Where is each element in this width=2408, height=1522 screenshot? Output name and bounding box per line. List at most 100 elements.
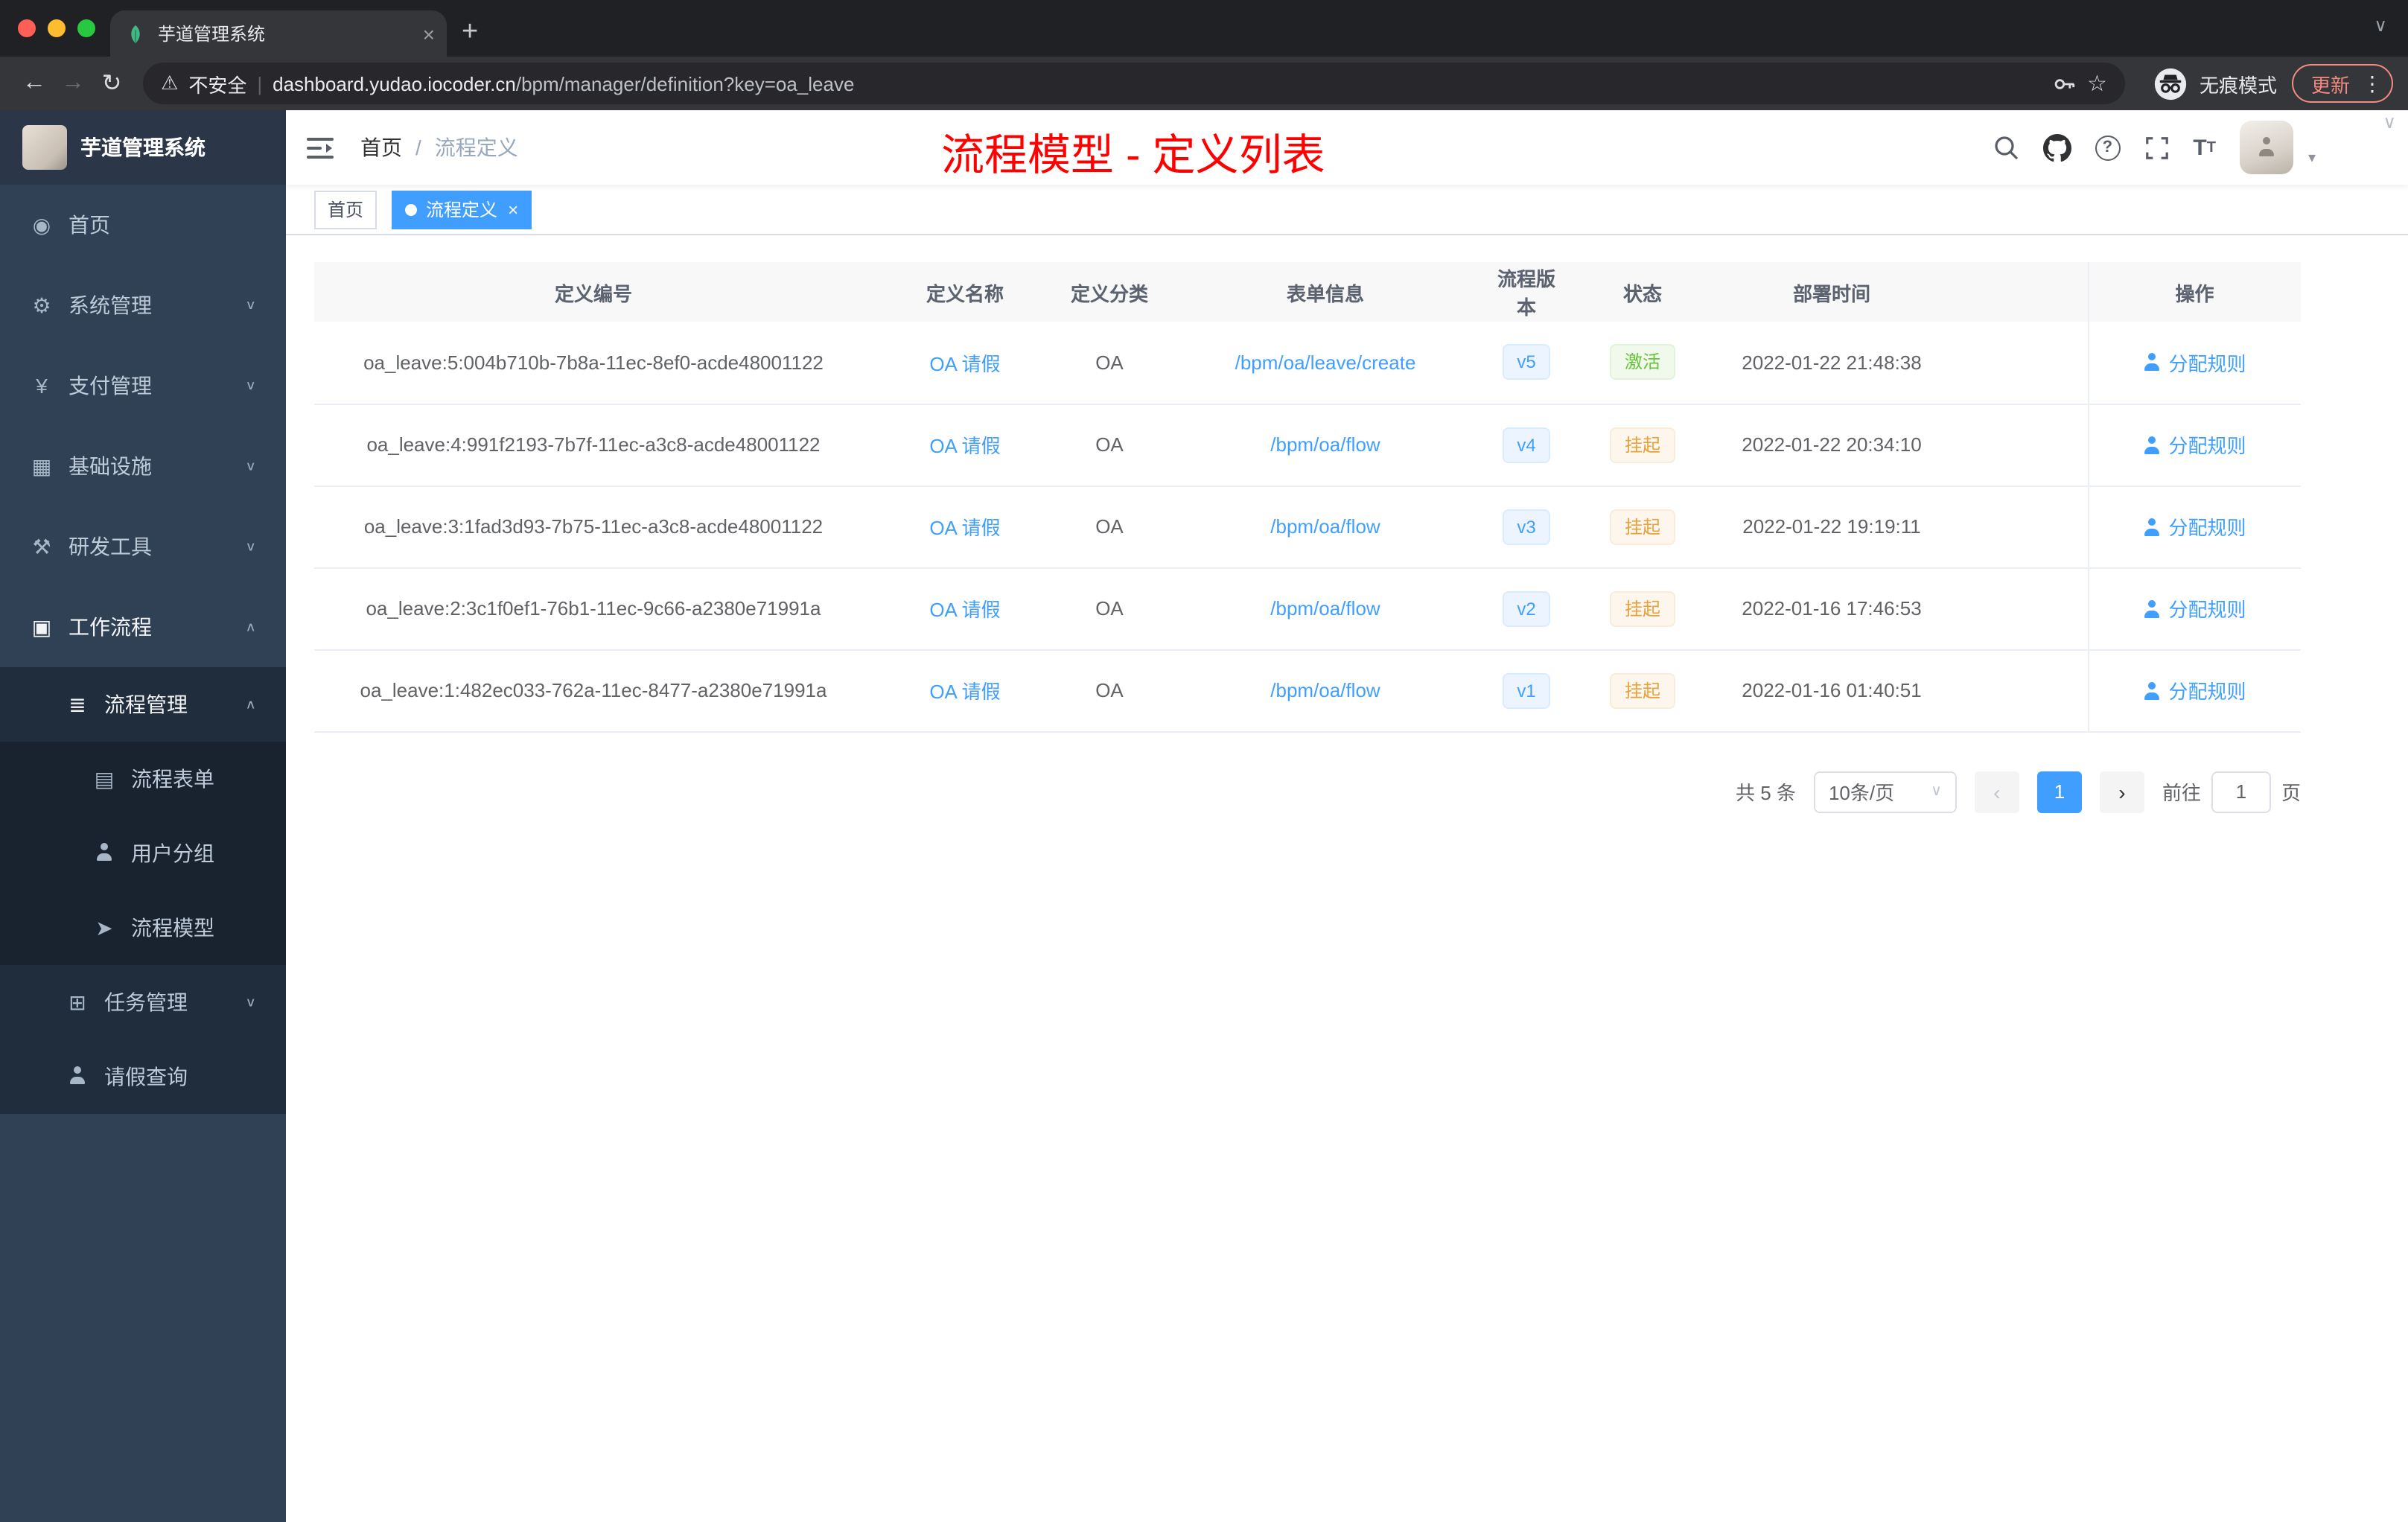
sidebar-item-process-management[interactable]: ≣ 流程管理 ∧ bbox=[0, 667, 286, 742]
person-icon bbox=[2143, 681, 2161, 699]
sidebar-item-payment-management[interactable]: ¥ 支付管理 ∨ bbox=[0, 346, 286, 426]
tab-search-chevron-icon[interactable]: ∨ bbox=[2374, 15, 2387, 36]
sidebar-item-workflow[interactable]: ▣ 工作流程 ∧ bbox=[0, 587, 286, 667]
page-annotation: 流程模型 - 定义列表 bbox=[941, 133, 1325, 180]
form-link[interactable]: /bpm/oa/leave/create bbox=[1235, 351, 1416, 374]
form-link[interactable]: /bpm/oa/flow bbox=[1270, 679, 1380, 701]
close-window-button[interactable] bbox=[18, 19, 36, 37]
update-button[interactable]: 更新 ⋮ bbox=[2291, 64, 2393, 103]
github-icon[interactable] bbox=[2042, 133, 2071, 162]
app-title: 芋道管理系统 bbox=[80, 136, 206, 159]
password-key-icon[interactable] bbox=[2051, 71, 2077, 96]
sidebar-item-dev-tools[interactable]: ⚒ 研发工具 ∨ bbox=[0, 506, 286, 587]
table-row: oa_leave:3:1fad3d93-7b75-11ec-a3c8-acde4… bbox=[314, 485, 2301, 568]
cell-definition-id: oa_leave:4:991f2193-7b7f-11ec-a3c8-acde4… bbox=[314, 404, 873, 486]
next-page-button[interactable]: › bbox=[2099, 771, 2144, 812]
person-icon bbox=[2143, 436, 2161, 453]
select-caret-icon: ∨ bbox=[1931, 783, 1942, 800]
cell-status: 挂起 bbox=[1564, 567, 1721, 650]
form-link[interactable]: /bpm/oa/flow bbox=[1270, 433, 1380, 456]
logo-image bbox=[22, 125, 67, 170]
prev-page-button[interactable]: ‹ bbox=[1974, 771, 2019, 812]
chevron-down-icon[interactable]: ∨ bbox=[2383, 112, 2396, 133]
avatar-caret-down-icon[interactable]: ▾ bbox=[2308, 150, 2316, 166]
back-icon[interactable]: ← bbox=[15, 70, 54, 97]
sidebar-item-task-management[interactable]: ⊞ 任务管理 ∨ bbox=[0, 965, 286, 1039]
assign-rule-link[interactable]: 分配规则 bbox=[2143, 676, 2246, 704]
tag-home[interactable]: 首页 bbox=[314, 190, 378, 229]
browser-tab[interactable]: 芋道管理系统 × bbox=[110, 10, 447, 57]
cell-form: /bpm/oa/flow bbox=[1162, 404, 1489, 486]
tag-definition[interactable]: 流程定义 × bbox=[392, 190, 532, 229]
breadcrumb-current: 流程定义 bbox=[434, 136, 518, 159]
url-text[interactable]: dashboard.yudao.iocoder.cn/bpm/manager/d… bbox=[273, 72, 854, 95]
assign-rule-link[interactable]: 分配规则 bbox=[2143, 594, 2246, 623]
minimize-window-button[interactable] bbox=[48, 19, 66, 37]
font-size-icon[interactable]: TT bbox=[2193, 135, 2216, 160]
bookmark-star-icon[interactable]: ☆ bbox=[2087, 70, 2107, 97]
sidebar-item-system-management[interactable]: ⚙ 系统管理 ∨ bbox=[0, 265, 286, 346]
reload-icon[interactable]: ↻ bbox=[92, 69, 131, 98]
sidebar-item-user-group[interactable]: 用户分组 bbox=[0, 816, 286, 891]
tree-icon: ⊞ bbox=[69, 990, 86, 1013]
cell-deploy-time: 2022-01-16 01:40:51 bbox=[1721, 649, 1942, 732]
sidebar-item-home[interactable]: ◉ 首页 bbox=[0, 185, 286, 265]
sidebar-item-leave-query[interactable]: 请假查询 bbox=[0, 1039, 286, 1114]
definition-name-link[interactable]: OA 请假 bbox=[929, 353, 1000, 375]
sidebar-logo[interactable]: 芋道管理系统 bbox=[0, 110, 286, 185]
cell-action: 分配规则 bbox=[2087, 567, 2301, 650]
column-header-filler bbox=[1942, 262, 2088, 322]
assign-rule-link[interactable]: 分配规则 bbox=[2143, 512, 2246, 541]
definition-name-link[interactable]: OA 请假 bbox=[929, 517, 1000, 539]
maximize-window-button[interactable] bbox=[77, 19, 95, 37]
search-icon[interactable] bbox=[1992, 134, 2019, 161]
page-size-select[interactable]: 10条/页 ∨ bbox=[1813, 771, 1957, 812]
fullscreen-icon[interactable] bbox=[2144, 135, 2169, 160]
app: 芋道管理系统 ◉ 首页 ⚙ 系统管理 ∨ ¥ 支付管理 ∨ ▦ 基础设施 ∨ ⚒… bbox=[0, 110, 2408, 1522]
sidebar-item-infrastructure[interactable]: ▦ 基础设施 ∨ bbox=[0, 426, 286, 506]
chevron-down-icon: ∨ bbox=[245, 378, 256, 393]
definition-name-link[interactable]: OA 请假 bbox=[929, 435, 1000, 457]
person-icon bbox=[2143, 518, 2161, 535]
help-icon[interactable]: ? bbox=[2095, 135, 2121, 160]
browser-menu-icon[interactable]: ⋮ bbox=[2362, 71, 2383, 96]
definition-name-link[interactable]: OA 请假 bbox=[929, 599, 1000, 621]
document-icon: ▤ bbox=[94, 766, 115, 790]
form-link[interactable]: /bpm/oa/flow bbox=[1270, 597, 1380, 620]
avatar[interactable] bbox=[2239, 121, 2293, 174]
update-label: 更新 bbox=[2310, 74, 2350, 96]
security-label[interactable]: 不安全 bbox=[188, 69, 246, 98]
cell-form: /bpm/oa/flow bbox=[1162, 649, 1489, 732]
chevron-up-icon: ∧ bbox=[245, 620, 256, 634]
goto-page-input[interactable] bbox=[2211, 771, 2271, 812]
assign-rule-link[interactable]: 分配规则 bbox=[2143, 430, 2246, 459]
sidebar-item-process-form[interactable]: ▤ 流程表单 bbox=[0, 742, 286, 816]
not-secure-warning-icon: ⚠ bbox=[161, 71, 179, 94]
gear-icon: ⚙ bbox=[32, 293, 51, 316]
sidebar-toggle-icon[interactable] bbox=[286, 136, 354, 159]
sidebar-item-process-model[interactable]: ➤ 流程模型 bbox=[0, 891, 286, 965]
cell-form: /bpm/oa/flow bbox=[1162, 567, 1489, 650]
table-row: oa_leave:1:482ec033-762a-11ec-8477-a2380… bbox=[314, 649, 2301, 732]
cell-definition-name: OA 请假 bbox=[873, 649, 1057, 732]
page-1-button[interactable]: 1 bbox=[2036, 771, 2082, 812]
definition-table: 定义编号 定义名称 定义分类 表单信息 流程版本 状态 部署时间 操作 oa_leave:5:0… bbox=[314, 262, 2301, 732]
table-row: oa_leave:5:004b710b-7b8a-11ec-8ef0-acde4… bbox=[314, 322, 2301, 404]
breadcrumb-home[interactable]: 首页 bbox=[360, 133, 402, 162]
forward-icon: → bbox=[61, 70, 85, 95]
person-icon bbox=[2143, 599, 2161, 617]
address-bar[interactable]: ⚠ 不安全 | dashboard.yudao.iocoder.cn/bpm/m… bbox=[143, 63, 2125, 104]
tab-close-icon[interactable]: × bbox=[423, 22, 435, 45]
status-tag: 挂起 bbox=[1609, 590, 1675, 626]
users-icon bbox=[92, 841, 116, 865]
tag-close-icon[interactable]: × bbox=[508, 199, 518, 220]
form-link[interactable]: /bpm/oa/flow bbox=[1270, 515, 1380, 538]
cell-definition-name: OA 请假 bbox=[873, 567, 1057, 650]
assign-rule-link[interactable]: 分配规则 bbox=[2143, 348, 2246, 377]
page-size-value: 10条/页 bbox=[1828, 782, 1895, 804]
content: 定义编号 定义名称 定义分类 表单信息 流程版本 状态 部署时间 操作 oa_leave:5:0… bbox=[286, 235, 2408, 1522]
browser-tabstrip: 芋道管理系统 × + ∨ bbox=[0, 0, 2408, 57]
column-header: 部署时间 bbox=[1721, 262, 1942, 322]
new-tab-button[interactable]: + bbox=[462, 16, 478, 49]
definition-name-link[interactable]: OA 请假 bbox=[929, 681, 1000, 703]
